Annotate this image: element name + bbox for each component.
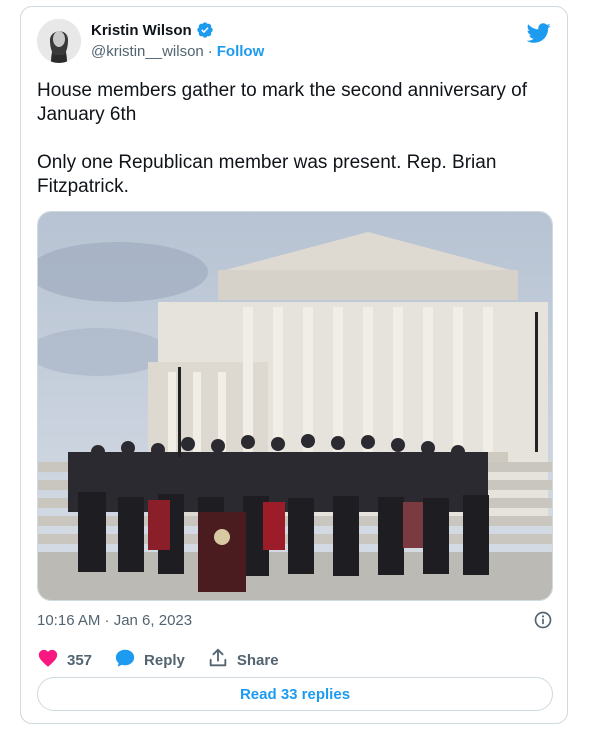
tweet-actions: 357 Reply Share bbox=[37, 647, 279, 673]
reply-label: Reply bbox=[144, 651, 185, 669]
share-label: Share bbox=[236, 651, 279, 669]
share-button[interactable]: Share bbox=[207, 647, 279, 673]
verified-badge-icon bbox=[196, 21, 214, 39]
separator: · bbox=[207, 43, 213, 60]
reply-button[interactable]: Reply bbox=[114, 647, 185, 673]
info-icon[interactable] bbox=[533, 610, 553, 630]
follow-button[interactable]: Follow bbox=[217, 43, 265, 60]
avatar[interactable] bbox=[37, 19, 81, 63]
author-name-row[interactable]: Kristin Wilson bbox=[91, 21, 214, 39]
read-replies-button[interactable]: Read 33 replies bbox=[37, 677, 553, 711]
timestamp-row: 10:16 AM · Jan 6, 2023 bbox=[37, 609, 553, 631]
heart-icon bbox=[37, 647, 59, 673]
author-name[interactable]: Kristin Wilson bbox=[91, 22, 192, 39]
tweet-photo[interactable] bbox=[37, 211, 553, 601]
reply-bubble-icon bbox=[114, 647, 136, 673]
tweet-text: House members gather to mark the second … bbox=[37, 80, 528, 197]
author-handle-row: @kristin__wilson · Follow bbox=[91, 43, 264, 60]
share-icon bbox=[207, 647, 229, 673]
like-count: 357 bbox=[67, 651, 93, 669]
like-button[interactable]: 357 bbox=[37, 647, 92, 673]
tweet-timestamp[interactable]: 10:16 AM · Jan 6, 2023 bbox=[37, 612, 192, 629]
author-handle[interactable]: @kristin__wilson bbox=[91, 43, 204, 60]
twitter-bird-icon[interactable] bbox=[526, 21, 551, 45]
tweet-card[interactable]: Kristin Wilson @kristin__wilson · Follow… bbox=[20, 6, 568, 724]
